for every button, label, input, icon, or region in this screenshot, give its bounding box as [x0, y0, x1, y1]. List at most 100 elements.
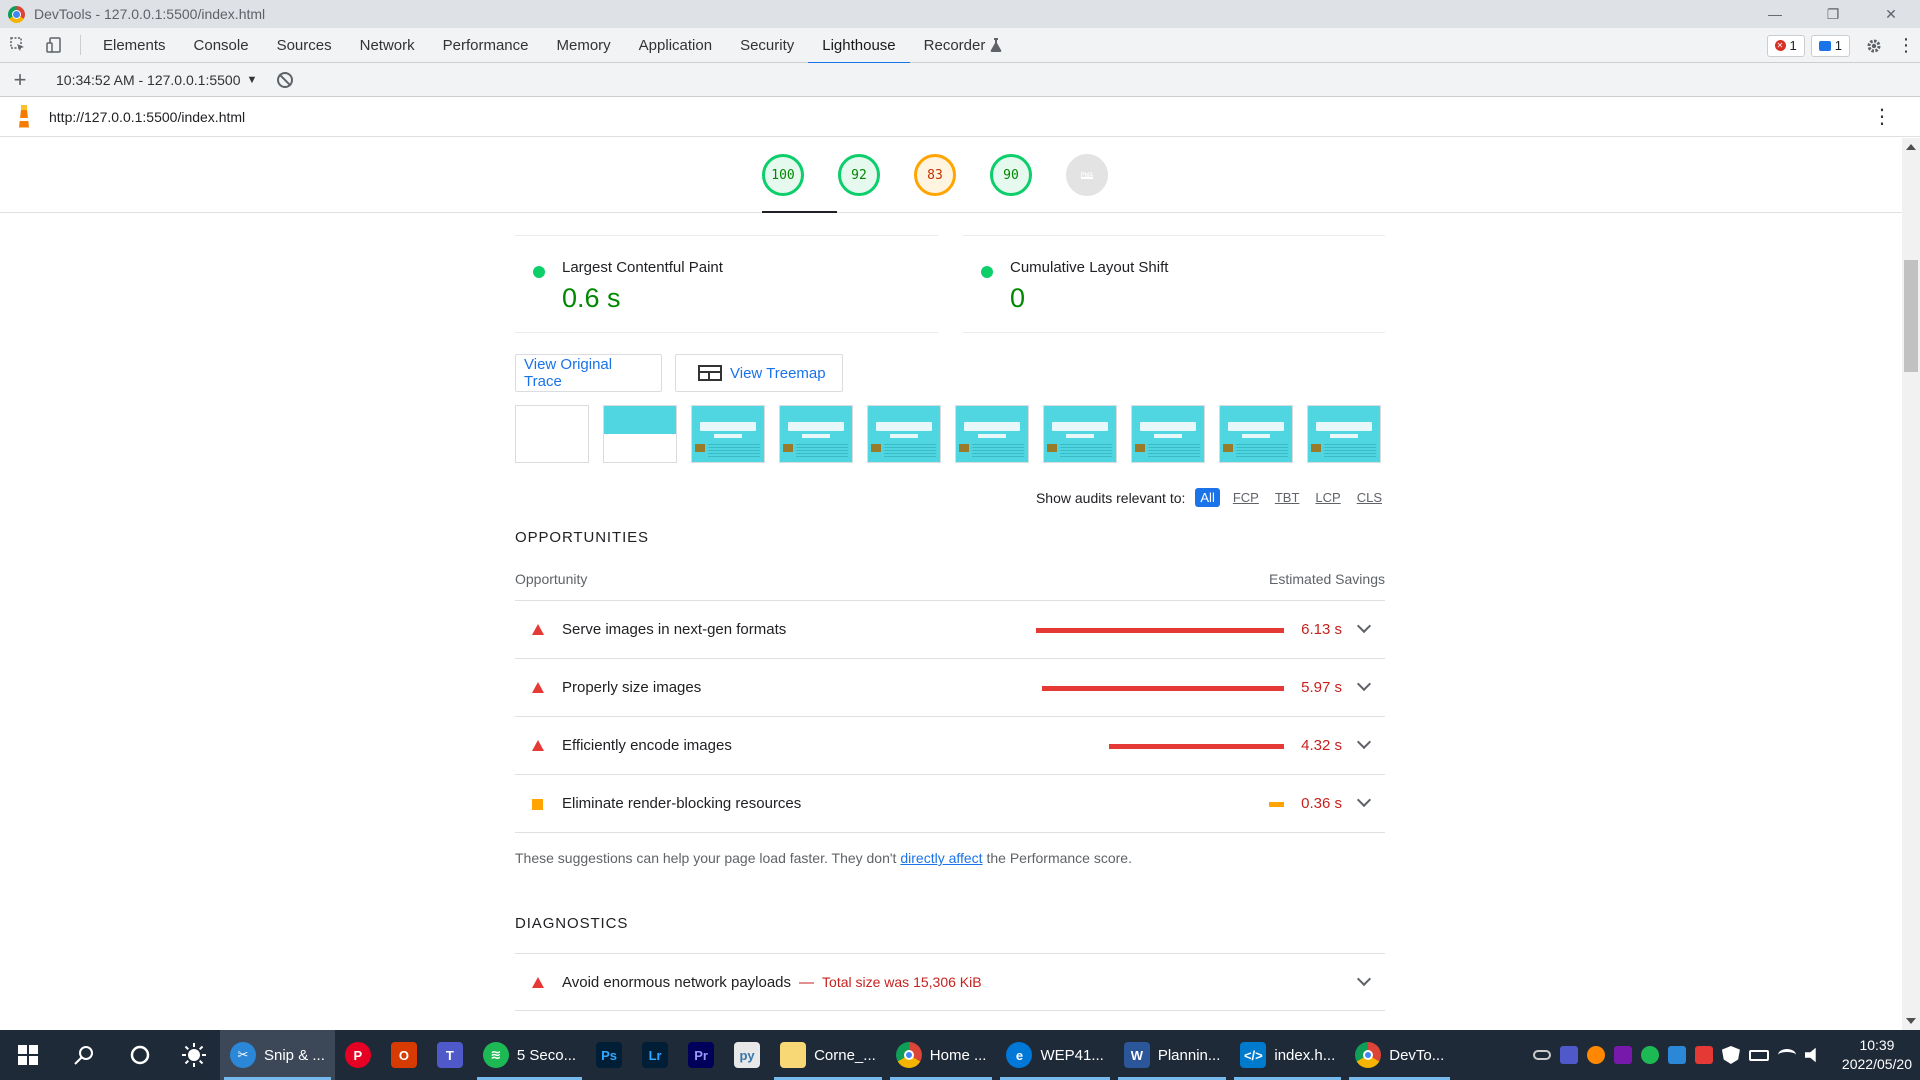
window-title: DevTools - 127.0.0.1:5500/index.html	[34, 6, 266, 22]
taskbar-app-label: 5 Seco...	[516, 1046, 577, 1064]
filter-chip-tbt[interactable]: TBT	[1272, 489, 1303, 506]
error-count-badge[interactable]: ✕ 1	[1766, 34, 1805, 57]
minimize-button[interactable]: —	[1746, 0, 1804, 28]
photoshop-icon: Ps	[596, 1042, 623, 1068]
diagnostic-row[interactable]: Avoid enormous network payloads — Total si…	[515, 953, 1385, 1011]
report-dropdown[interactable]: 10:34:52 AM - 127.0.0.1:5500 ▼	[56, 72, 257, 88]
chevron-down-icon[interactable]	[1356, 971, 1372, 987]
taskbar-app-vscode[interactable]: </> index.h...	[1230, 1030, 1345, 1080]
taskbar-app-label: DevTo...	[1389, 1046, 1445, 1064]
tab-elements[interactable]: Elements	[89, 28, 180, 63]
tab-network[interactable]: Network	[346, 28, 429, 63]
system-tray: 10:39 2022/05/20	[1532, 1030, 1920, 1080]
chevron-down-icon[interactable]	[1356, 734, 1372, 750]
system-clock[interactable]: 10:39 2022/05/20	[1842, 1036, 1912, 1074]
scroll-down-arrow-icon[interactable]	[1906, 1018, 1916, 1024]
report-url-bar: http://127.0.0.1:5500/index.html ⋮	[0, 97, 1920, 137]
clear-reports-icon[interactable]	[277, 71, 294, 88]
tab-console[interactable]: Console	[180, 28, 263, 63]
tab-memory[interactable]: Memory	[543, 28, 625, 63]
onenote-tray-icon[interactable]	[1613, 1046, 1632, 1064]
app-tray-icon[interactable]	[1667, 1046, 1686, 1064]
pwa-gauge[interactable]: PWA	[1066, 154, 1108, 196]
best-practices-gauge[interactable]: 83	[914, 154, 956, 196]
opportunity-row[interactable]: Eliminate render-blocking resources 0.36…	[515, 775, 1385, 833]
tab-sources[interactable]: Sources	[263, 28, 346, 63]
opportunity-row[interactable]: Efficiently encode images 4.32 s	[515, 717, 1385, 775]
opportunity-row[interactable]: Serve images in next-gen formats 6.13 s	[515, 601, 1385, 659]
taskbar-app-chrome-home[interactable]: Home ...	[886, 1030, 997, 1080]
search-button[interactable]	[56, 1030, 112, 1080]
chevron-down-icon[interactable]	[1356, 618, 1372, 634]
taskbar-app-spotify[interactable]: ≋ 5 Seco...	[473, 1030, 586, 1080]
settings-gear-icon[interactable]	[1856, 28, 1892, 63]
spotify-tray-icon[interactable]	[1640, 1046, 1659, 1064]
audit-filter: Show audits relevant to: All FCP TBT LCP…	[1036, 488, 1385, 507]
close-button[interactable]: ✕	[1862, 0, 1920, 28]
taskbar-app-edge[interactable]: e WEP41...	[996, 1030, 1113, 1080]
filter-chip-fcp[interactable]: FCP	[1230, 489, 1262, 506]
volume-icon[interactable]	[1804, 1047, 1816, 1063]
restore-button[interactable]: ❐	[1804, 0, 1862, 28]
opportunity-savings: 5.97 s	[1301, 679, 1342, 696]
opportunities-table-header: Opportunity Estimated Savings	[515, 571, 1385, 601]
filter-chip-cls[interactable]: CLS	[1354, 489, 1385, 506]
brightness-button[interactable]	[168, 1030, 220, 1080]
red-app-tray-icon[interactable]	[1694, 1046, 1713, 1064]
taskbar-app-word[interactable]: W Plannin...	[1114, 1030, 1231, 1080]
view-treemap-button[interactable]: View Treemap	[675, 354, 843, 392]
inspect-element-icon[interactable]	[0, 28, 36, 63]
report-menu-icon[interactable]: ⋮	[1872, 107, 1892, 127]
premiere-icon: Pr	[688, 1042, 715, 1068]
taskbar-app-label: index.h...	[1274, 1046, 1336, 1064]
tab-lighthouse[interactable]: Lighthouse	[808, 28, 911, 64]
word-icon: W	[1123, 1042, 1150, 1068]
teams-tray-icon[interactable]	[1559, 1046, 1578, 1064]
opportunity-row[interactable]: Properly size images 5.97 s	[515, 659, 1385, 717]
taskbar-app-snip[interactable]: ✂ Snip & ...	[220, 1030, 335, 1080]
vertical-scrollbar[interactable]	[1902, 138, 1920, 1030]
error-count: 1	[1789, 38, 1797, 53]
scroll-up-arrow-icon[interactable]	[1906, 144, 1916, 150]
tab-performance[interactable]: Performance	[429, 28, 543, 63]
message-count-badge[interactable]: 1	[1810, 34, 1850, 57]
chevron-down-icon[interactable]	[1356, 676, 1372, 692]
link-icon[interactable]	[1532, 1050, 1551, 1060]
device-toolbar-icon[interactable]	[36, 28, 72, 63]
accessibility-gauge[interactable]: 92	[838, 154, 880, 196]
taskbar-app-photoshop[interactable]: Ps	[586, 1030, 632, 1080]
security-shield-icon[interactable]	[1721, 1046, 1740, 1064]
more-options-icon[interactable]: ⋮	[1892, 28, 1920, 63]
savings-bar	[1042, 686, 1284, 691]
seo-gauge[interactable]: 90	[990, 154, 1032, 196]
battery-icon[interactable]	[1748, 1049, 1769, 1061]
taskbar-app-pinterest[interactable]: P	[335, 1030, 381, 1080]
taskbar-app-premiere[interactable]: Pr	[678, 1030, 724, 1080]
scrollbar-thumb[interactable]	[1904, 260, 1918, 372]
new-report-button[interactable]: +	[0, 67, 40, 93]
tab-security[interactable]: Security	[726, 28, 808, 63]
directly-affect-link[interactable]: directly affect	[900, 850, 982, 866]
taskbar-app-explorer[interactable]: Corne_...	[770, 1030, 886, 1080]
taskbar-app-teams[interactable]: T	[427, 1030, 473, 1080]
tab-recorder[interactable]: Recorder	[910, 28, 1017, 63]
window-controls: — ❐ ✕	[1746, 0, 1920, 28]
taskbar-app-python-file[interactable]: py	[724, 1030, 770, 1080]
taskbar-app-chrome-devtools[interactable]: DevTo...	[1345, 1030, 1454, 1080]
filter-chip-all[interactable]: All	[1195, 488, 1220, 507]
start-button[interactable]	[0, 1030, 56, 1080]
wifi-icon[interactable]	[1777, 1049, 1796, 1061]
vlc-tray-icon[interactable]	[1586, 1046, 1605, 1064]
tab-application[interactable]: Application	[625, 28, 726, 63]
taskbar-app-office[interactable]: O	[381, 1030, 427, 1080]
taskbar-app-lightroom[interactable]: Lr	[632, 1030, 678, 1080]
devtools-tabbar: Elements Console Sources Network Perform…	[0, 28, 1920, 64]
filter-chip-lcp[interactable]: LCP	[1312, 489, 1343, 506]
audit-filter-label: Show audits relevant to:	[1035, 489, 1186, 506]
report-selector-bar: + 10:34:52 AM - 127.0.0.1:5500 ▼	[0, 63, 1920, 97]
performance-gauge[interactable]: 100	[762, 154, 804, 196]
view-original-trace-button[interactable]: View Original Trace	[515, 354, 662, 392]
cortana-button[interactable]	[112, 1030, 168, 1080]
metric-cls-value: 0	[1010, 283, 1026, 313]
chevron-down-icon[interactable]	[1356, 792, 1372, 808]
